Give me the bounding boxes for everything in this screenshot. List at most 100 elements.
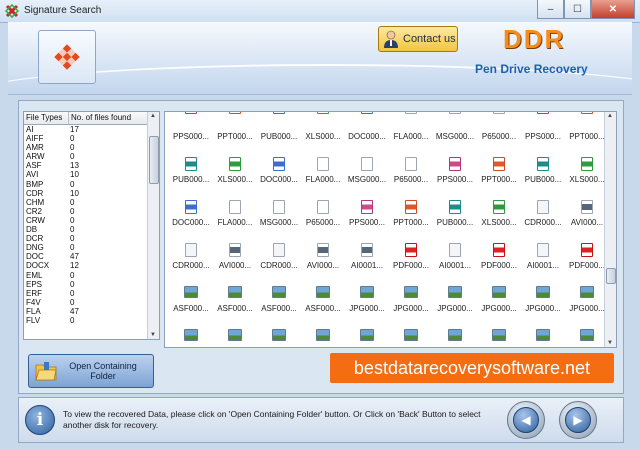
- file-item[interactable]: JPG000...: [257, 321, 301, 347]
- list-item[interactable]: BMP 0: [24, 180, 159, 189]
- file-item[interactable]: PDF000...: [477, 235, 521, 279]
- file-item[interactable]: XLS000...: [301, 112, 345, 150]
- minimize-button[interactable]: ‒: [537, 0, 564, 19]
- file-item[interactable]: CDR000...: [521, 192, 565, 236]
- files-scrollbar[interactable]: ▲ ▼: [604, 112, 616, 347]
- file-item[interactable]: P65000...: [477, 112, 521, 150]
- file-item[interactable]: ASF000...: [301, 278, 345, 322]
- open-containing-folder-button[interactable]: Open Containing Folder: [28, 354, 154, 388]
- list-item[interactable]: AVI 10: [24, 170, 159, 179]
- file-types-scrollbar[interactable]: ▲ ▼: [147, 112, 159, 339]
- maximize-button[interactable]: ☐: [564, 0, 591, 19]
- list-item[interactable]: EPS 0: [24, 280, 159, 289]
- scroll-thumb[interactable]: [606, 268, 616, 284]
- file-item[interactable]: XLS000...: [213, 149, 257, 193]
- file-item[interactable]: AI0001...: [433, 235, 477, 279]
- list-item[interactable]: DOCX 12: [24, 261, 159, 270]
- scroll-down-icon[interactable]: ▼: [150, 332, 156, 338]
- file-types-table[interactable]: File Types No. of files found AI 17 AIFF 0 A…: [23, 111, 160, 340]
- list-item[interactable]: ERF 0: [24, 289, 159, 298]
- file-item[interactable]: FLA000...: [301, 149, 345, 193]
- list-item[interactable]: FLV 0: [24, 316, 159, 325]
- file-item[interactable]: CDR000...: [169, 235, 213, 279]
- file-item[interactable]: PPS000...: [433, 149, 477, 193]
- list-item[interactable]: F4V 0: [24, 298, 159, 307]
- next-button[interactable]: ▶: [559, 401, 597, 439]
- file-item[interactable]: JPG000...: [565, 321, 609, 347]
- file-item[interactable]: JPG000...: [433, 321, 477, 347]
- file-item[interactable]: PPT000...: [477, 149, 521, 193]
- file-item[interactable]: PUB000...: [169, 149, 213, 193]
- file-item[interactable]: AVI000...: [565, 192, 609, 236]
- file-item[interactable]: JPG000...: [389, 321, 433, 347]
- list-item[interactable]: DB 0: [24, 225, 159, 234]
- list-item[interactable]: AMR 0: [24, 143, 159, 152]
- file-item[interactable]: PPT000...: [389, 192, 433, 236]
- file-item[interactable]: PPT000...: [213, 112, 257, 150]
- scroll-up-icon[interactable]: ▲: [150, 113, 156, 119]
- list-item[interactable]: CR2 0: [24, 207, 159, 216]
- list-item[interactable]: ARW 0: [24, 152, 159, 161]
- list-item[interactable]: DCR 0: [24, 234, 159, 243]
- scroll-down-icon[interactable]: ▼: [607, 340, 613, 346]
- file-item[interactable]: ASF000...: [257, 278, 301, 322]
- file-item[interactable]: AI0001...: [345, 235, 389, 279]
- file-item[interactable]: PDF000...: [565, 235, 609, 279]
- file-item[interactable]: JPG000...: [477, 278, 521, 322]
- file-item[interactable]: DOC000...: [257, 149, 301, 193]
- list-item[interactable]: CDR 10: [24, 189, 159, 198]
- file-item[interactable]: XLS000...: [477, 192, 521, 236]
- file-item[interactable]: JPG000...: [521, 321, 565, 347]
- file-item[interactable]: ASF000...: [169, 278, 213, 322]
- file-item[interactable]: JPG000...: [345, 278, 389, 322]
- file-item[interactable]: JPG000...: [389, 278, 433, 322]
- file-item[interactable]: ASF000...: [213, 278, 257, 322]
- file-item[interactable]: FLA000...: [389, 112, 433, 150]
- recovered-files-view[interactable]: PPS000... PPT000... PUB000... XLS000... DOC0…: [164, 111, 617, 348]
- file-item[interactable]: AVI000...: [213, 235, 257, 279]
- file-item[interactable]: JPG000...: [521, 278, 565, 322]
- file-item[interactable]: MSG000...: [345, 149, 389, 193]
- file-item[interactable]: PUB000...: [433, 192, 477, 236]
- file-item[interactable]: P65000...: [389, 149, 433, 193]
- list-item[interactable]: DOC 47: [24, 252, 159, 261]
- column-header-file-types[interactable]: File Types: [24, 112, 69, 124]
- file-item[interactable]: PPS000...: [521, 112, 565, 150]
- file-item[interactable]: PDF000...: [389, 235, 433, 279]
- list-item[interactable]: DNG 0: [24, 243, 159, 252]
- close-button[interactable]: ✕: [591, 0, 635, 19]
- list-item[interactable]: AIFF 0: [24, 134, 159, 143]
- file-item[interactable]: JPG000...: [345, 321, 389, 347]
- file-item[interactable]: CDR000...: [257, 235, 301, 279]
- file-item[interactable]: MSG000...: [257, 192, 301, 236]
- file-item[interactable]: AVI000...: [301, 235, 345, 279]
- file-item[interactable]: JPG000...: [169, 321, 213, 347]
- contact-us-button[interactable]: Contact us: [378, 26, 458, 52]
- scroll-up-icon[interactable]: ▲: [607, 113, 613, 119]
- file-item[interactable]: JPG000...: [433, 278, 477, 322]
- file-item[interactable]: P65000...: [301, 192, 345, 236]
- column-header-file-count[interactable]: No. of files found: [69, 112, 148, 124]
- file-item[interactable]: XLS000...: [565, 149, 609, 193]
- list-item[interactable]: FLA 47: [24, 307, 159, 316]
- file-item[interactable]: FLA000...: [213, 192, 257, 236]
- file-item[interactable]: DOC000...: [345, 112, 389, 150]
- scroll-thumb[interactable]: [149, 136, 159, 184]
- website-banner[interactable]: bestdatarecoverysoftware.net: [330, 353, 614, 383]
- list-item[interactable]: ASF 13: [24, 161, 159, 170]
- file-item[interactable]: PUB000...: [257, 112, 301, 150]
- file-item[interactable]: JPG000...: [477, 321, 521, 347]
- file-item[interactable]: MSG000...: [433, 112, 477, 150]
- file-item[interactable]: JPG000...: [301, 321, 345, 347]
- file-item[interactable]: JPG000...: [213, 321, 257, 347]
- list-item[interactable]: CHM 0: [24, 198, 159, 207]
- file-item[interactable]: DOC000...: [169, 192, 213, 236]
- file-item[interactable]: AI0001...: [521, 235, 565, 279]
- file-item[interactable]: JPG000...: [565, 278, 609, 322]
- file-item[interactable]: PPT000...: [565, 112, 609, 150]
- list-item[interactable]: AI 17: [24, 125, 159, 134]
- file-item[interactable]: PPS000...: [169, 112, 213, 150]
- file-item[interactable]: PUB000...: [521, 149, 565, 193]
- file-item[interactable]: PPS000...: [345, 192, 389, 236]
- list-item[interactable]: EML 0: [24, 271, 159, 280]
